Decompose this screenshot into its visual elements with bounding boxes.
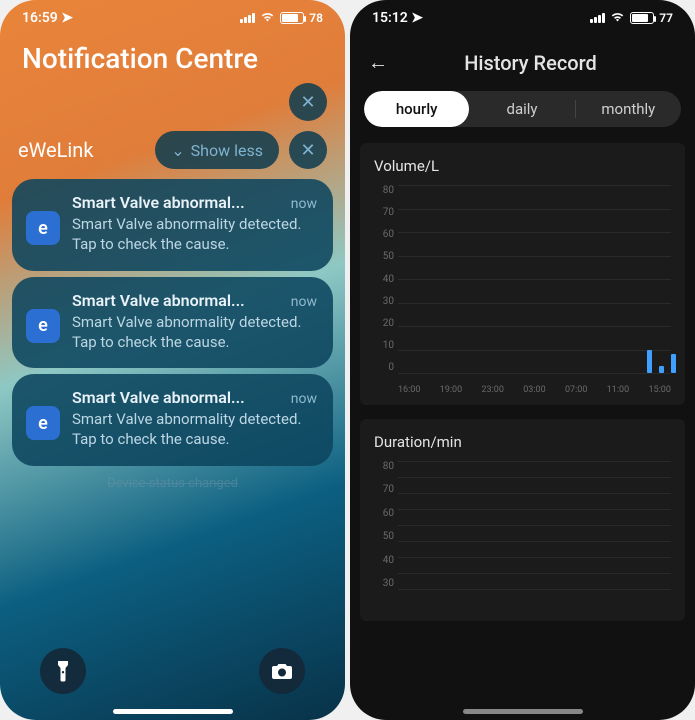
volume-panel: Volume/L 80 70 60 50 40 30 20 10 0 16:00…: [360, 143, 685, 405]
x-axis: 16:00 19:00 23:00 03:00 07:00 11:00 15:0…: [398, 385, 671, 395]
app-icon: e: [26, 406, 60, 440]
torch-icon: [54, 660, 72, 682]
clear-group-button[interactable]: ✕: [289, 131, 327, 169]
panel-title: Volume/L: [370, 157, 675, 175]
notification-title: Smart Valve abnormal...: [72, 193, 283, 212]
notification-body: Smart Valve abnormality detected. Tap to…: [72, 409, 317, 450]
y-tick: 70: [370, 207, 394, 218]
history-record-screen: 15:12 ➤ 77 ← History Record hourly daily…: [350, 0, 695, 720]
y-tick: 30: [370, 578, 394, 589]
y-tick: 50: [370, 531, 394, 542]
status-right: 78: [240, 11, 323, 25]
tab-monthly[interactable]: monthly: [576, 91, 681, 127]
bar: [671, 354, 676, 373]
notification-group-header: eWeLink ⌄ Show less ✕: [0, 131, 345, 179]
y-tick: 80: [370, 185, 394, 196]
chevron-down-icon: ⌄: [171, 141, 184, 160]
camera-icon: [271, 662, 293, 680]
notification-card[interactable]: e Smart Valve abnormal... now Smart Valv…: [12, 374, 333, 466]
duration-panel: Duration/min 80 70 60 50 40 30: [360, 419, 685, 621]
home-indicator[interactable]: [113, 709, 233, 714]
wifi-icon: [260, 11, 275, 25]
y-axis: 80 70 60 50 40 30 20 10 0: [370, 185, 394, 373]
cell-signal-icon: [590, 13, 605, 23]
y-tick: 60: [370, 508, 394, 519]
notification-list: e Smart Valve abnormal... now Smart Valv…: [0, 179, 345, 491]
notification-title: Smart Valve abnormal...: [72, 388, 283, 407]
status-time: 15:12 ➤: [372, 10, 423, 26]
x-tick: 16:00: [398, 385, 420, 395]
notification-card[interactable]: e Smart Valve abnormal... now Smart Valv…: [12, 277, 333, 369]
plot-area: [398, 185, 671, 373]
notification-body: Smart Valve abnormality detected. Tap to…: [72, 312, 317, 353]
panel-title: Duration/min: [370, 433, 675, 451]
range-segmented-control: hourly daily monthly: [364, 91, 681, 127]
close-button[interactable]: ✕: [289, 83, 327, 121]
y-tick: 60: [370, 229, 394, 240]
battery-icon: [630, 12, 654, 24]
x-tick: 15:00: [649, 385, 671, 395]
y-tick: 10: [370, 340, 394, 351]
y-tick: 20: [370, 318, 394, 329]
bar: [659, 366, 664, 373]
y-axis: 80 70 60 50 40 30: [370, 461, 394, 589]
duration-chart: 80 70 60 50 40 30: [370, 461, 675, 611]
x-tick: 19:00: [440, 385, 462, 395]
battery-pct: 78: [309, 11, 323, 25]
app-icon: e: [26, 309, 60, 343]
show-less-label: Show less: [191, 141, 263, 160]
app-icon: e: [26, 211, 60, 245]
show-less-button[interactable]: ⌄ Show less: [155, 131, 279, 169]
notification-time: now: [291, 294, 317, 310]
battery-pct: 77: [659, 11, 673, 25]
x-tick: 23:00: [482, 385, 504, 395]
bar: [647, 350, 652, 374]
stacked-card-peek: Device status changed: [12, 476, 333, 491]
notification-card[interactable]: e Smart Valve abnormal... now Smart Valv…: [12, 179, 333, 271]
y-tick: 70: [370, 484, 394, 495]
page-title: History Record: [384, 51, 677, 75]
status-right: 77: [590, 11, 673, 25]
torch-button[interactable]: [40, 648, 86, 694]
camera-button[interactable]: [259, 648, 305, 694]
notification-time: now: [291, 391, 317, 407]
lockscreen-dock: [0, 648, 345, 694]
y-tick: 40: [370, 555, 394, 566]
status-bar: 15:12 ➤ 77: [350, 0, 695, 36]
y-tick: 30: [370, 296, 394, 307]
battery-icon: [280, 12, 304, 24]
y-tick: 40: [370, 274, 394, 285]
plot-area: [398, 461, 671, 589]
tab-daily[interactable]: daily: [469, 91, 574, 127]
status-bar: 16:59 ➤ 78: [0, 0, 345, 36]
notification-title: Smart Valve abnormal...: [72, 291, 283, 310]
app-name: eWeLink: [18, 138, 145, 162]
status-time: 16:59 ➤: [22, 10, 73, 26]
x-tick: 11:00: [607, 385, 629, 395]
volume-chart: 80 70 60 50 40 30 20 10 0 16:00 19:00 23…: [370, 185, 675, 395]
x-tick: 03:00: [523, 385, 545, 395]
y-tick: 50: [370, 251, 394, 262]
page-title: Notification Centre: [0, 36, 345, 83]
wifi-icon: [610, 11, 625, 25]
lockscreen-notification-centre: 16:59 ➤ 78 Notification Centre ✕ eWeLink…: [0, 0, 345, 720]
header: ← History Record: [350, 36, 695, 91]
home-indicator[interactable]: [463, 709, 583, 714]
y-tick: 80: [370, 461, 394, 472]
cell-signal-icon: [240, 13, 255, 23]
y-tick: 0: [370, 362, 394, 373]
x-tick: 07:00: [565, 385, 587, 395]
tab-hourly[interactable]: hourly: [364, 91, 469, 127]
notification-body: Smart Valve abnormality detected. Tap to…: [72, 214, 317, 255]
notification-time: now: [291, 196, 317, 212]
